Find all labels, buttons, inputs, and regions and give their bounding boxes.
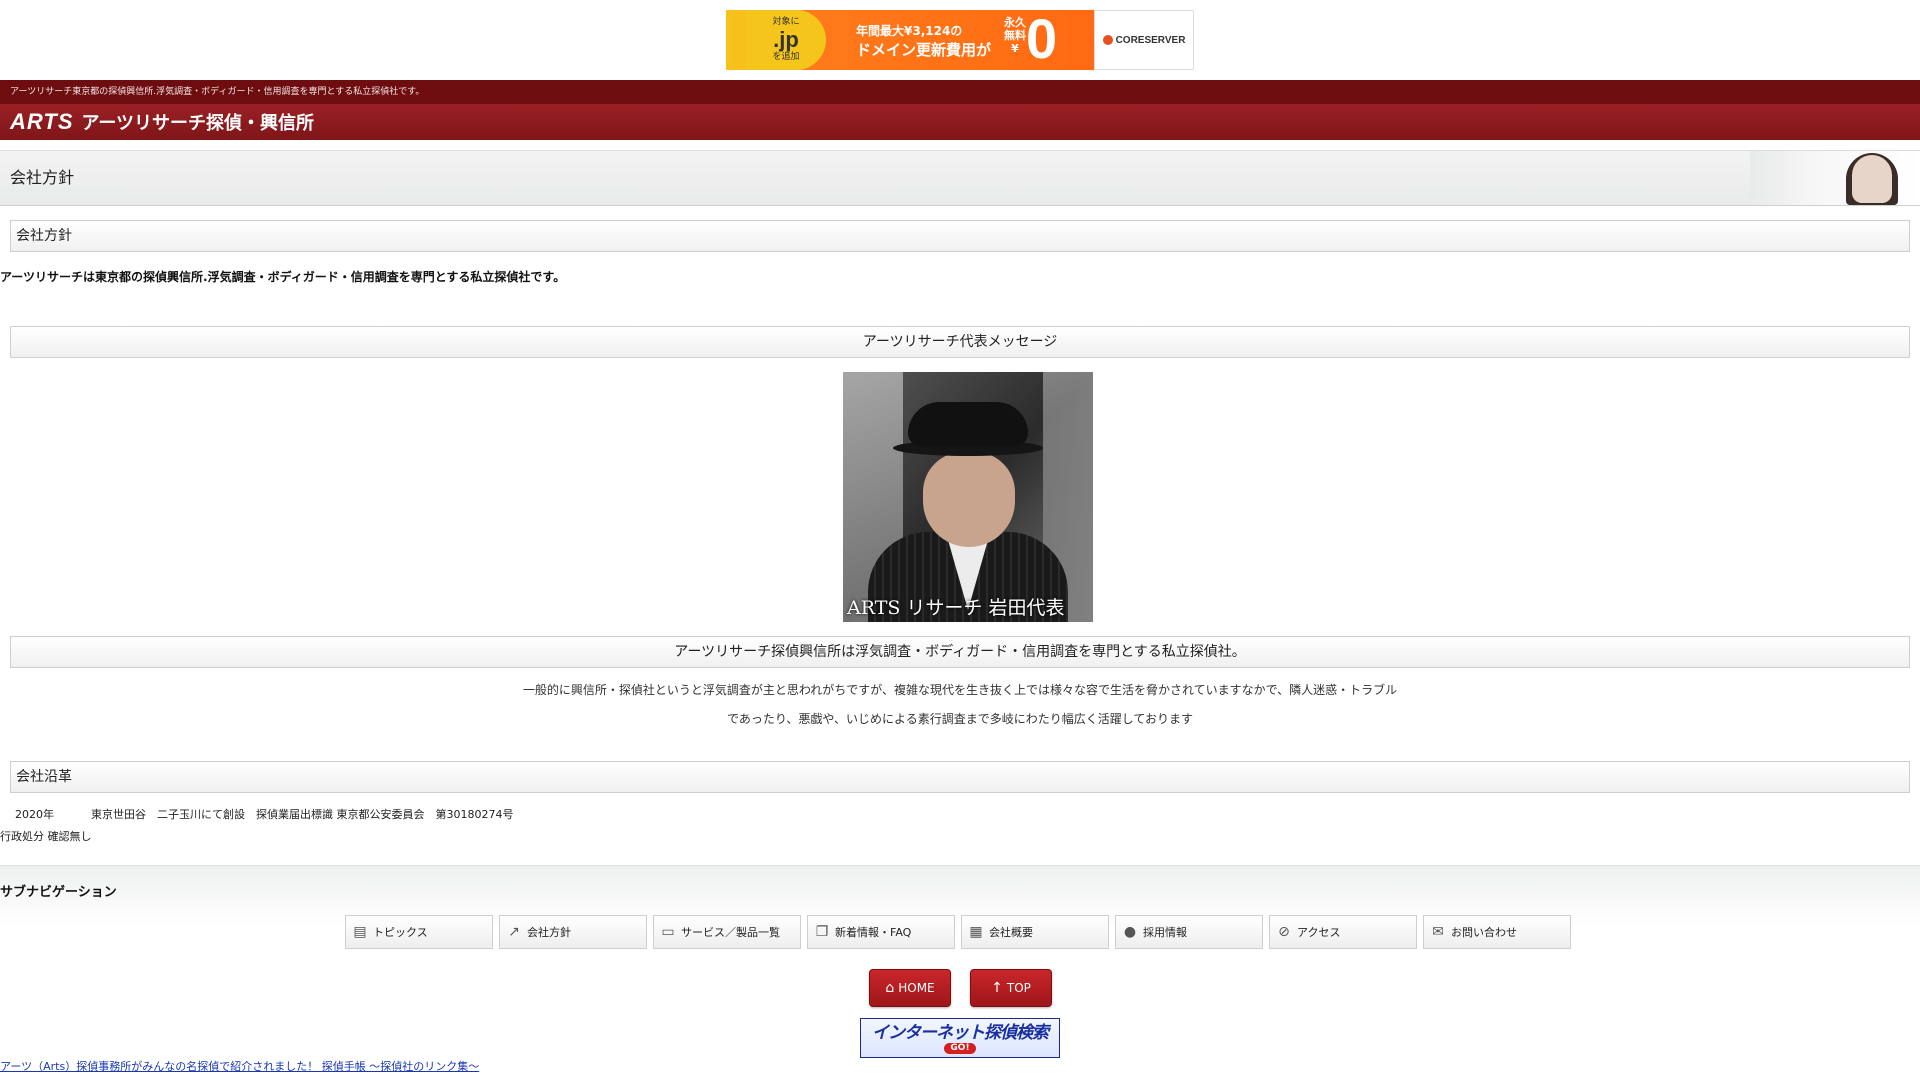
- subnav-item-label: 会社概要: [989, 926, 1033, 939]
- site-header: ARTS アーツリサーチ探偵・興信所: [0, 104, 1920, 140]
- footer-link[interactable]: アーツ（Arts）探偵事務所がみんなの名探偵で紹介されました！ 探偵手帳 ～探偵…: [0, 1058, 479, 1074]
- history-heading-text: 会社沿革: [16, 769, 72, 785]
- ad-jp-domain-text: .jp: [773, 27, 799, 52]
- portrait-face: [923, 452, 1015, 547]
- subnav-menu: ▤ トピックス ↗ 会社方針 ▭ サービス／製品一覧 ❐ 新着情報・FAQ ▦ …: [345, 915, 1571, 949]
- subnav-item-label: 新着情報・FAQ: [835, 926, 912, 939]
- ad-jp-bottom-text: を追加: [772, 52, 800, 62]
- ad-jp-badge: 対象に .jp を追加: [746, 10, 826, 70]
- site-logo[interactable]: ARTS アーツリサーチ探偵・興信所: [0, 109, 314, 135]
- monitor-icon: ▭: [661, 924, 675, 940]
- page-title: 会社方針: [10, 168, 75, 187]
- intro-paragraph-line1: 一般的に興信所・探偵社というと浮気調査が主と思われがちですが、複雑な現代を生き抜…: [522, 683, 1398, 697]
- ad-brand-text: CORESERVER: [1115, 34, 1186, 46]
- speech-icon: ▤: [353, 924, 367, 940]
- subnav-item-policy[interactable]: ↗ 会社方針: [499, 915, 647, 949]
- specialty-heading: アーツリサーチ探偵興信所は浮気調査・ボディガード・信用調査を専門とする私立探偵社…: [10, 636, 1910, 668]
- subnav-item-label: アクセス: [1297, 926, 1341, 939]
- photo-face: [1852, 155, 1892, 203]
- history-entry: 2020年 東京世田谷 二子玉川にて創設 探偵業届出標識 東京都公安委員会 第30…: [15, 806, 513, 822]
- ad-main-panel[interactable]: 対象に .jp を追加 年間最大¥3,124の ドメイン更新費用が 永久 無料 …: [726, 10, 1094, 70]
- subnav-item-news-faq[interactable]: ❐ 新着情報・FAQ: [807, 915, 955, 949]
- ad-free-label: 永久 無料 ¥: [1004, 16, 1026, 55]
- message-heading: アーツリサーチ代表メッセージ: [10, 326, 1910, 358]
- subnav-item-contact[interactable]: ✉ お問い合わせ: [1423, 915, 1571, 949]
- top-button[interactable]: ↑ TOP: [970, 969, 1052, 1007]
- ad-copy: 年間最大¥3,124の ドメイン更新費用が: [856, 22, 991, 60]
- ad-zero: 0: [1026, 10, 1058, 70]
- portrait-hat: [908, 402, 1028, 446]
- arrow-up-icon: ↑: [991, 980, 1003, 996]
- subnav-item-company[interactable]: ▦ 会社概要: [961, 915, 1109, 949]
- history-heading: 会社沿革: [10, 761, 1910, 793]
- subnav-title: サブナビゲーション: [0, 885, 117, 900]
- subnav-item-label: お問い合わせ: [1451, 926, 1517, 939]
- header-woman-photo: [1750, 151, 1920, 205]
- compass-icon: ⊘: [1278, 924, 1290, 940]
- subnav-item-access[interactable]: ⊘ アクセス: [1269, 915, 1417, 949]
- logo-en: ARTS: [10, 109, 74, 134]
- intro-paragraph-line2: であったり、悪戯や、いじめによる素行調査まで多岐にわたり幅広く活躍しております: [727, 712, 1193, 726]
- ad-line2: ドメイン更新費用が: [856, 41, 992, 59]
- window-icon: ❐: [815, 924, 829, 940]
- policy-heading-text: 会社方針: [16, 228, 72, 244]
- ad-brand[interactable]: CORESERVER: [1094, 10, 1194, 70]
- subnav-item-topics[interactable]: ▤ トピックス: [345, 915, 493, 949]
- top-button-label: TOP: [1006, 981, 1031, 995]
- page-title-band: 会社方針: [0, 150, 1920, 206]
- building-icon: ▦: [969, 924, 983, 940]
- subnav-item-label: サービス／製品一覧: [681, 926, 780, 939]
- policy-heading: 会社方針: [10, 220, 1910, 252]
- subnav-item-recruit[interactable]: ● 採用情報: [1115, 915, 1263, 949]
- admin-note: 行政処分 確認無し: [0, 830, 92, 843]
- ad-banner[interactable]: 対象に .jp を追加 年間最大¥3,124の ドメイン更新費用が 永久 無料 …: [726, 10, 1194, 70]
- message-heading-text: アーツリサーチ代表メッセージ: [862, 334, 1058, 350]
- coreserver-logo-icon: [1102, 35, 1113, 45]
- person-icon: ●: [1123, 924, 1137, 940]
- policy-text: アーツリサーチは東京都の探偵興信所.浮気調査・ボディガード・信用調査を専門とする…: [0, 270, 566, 284]
- subnav-item-label: 会社方針: [527, 926, 571, 939]
- logo-jp: アーツリサーチ探偵・興信所: [81, 113, 315, 134]
- specialty-heading-text: アーツリサーチ探偵興信所は浮気調査・ボディガード・信用調査を専門とする私立探偵社…: [674, 644, 1246, 660]
- search-banner-go: GO!: [944, 1042, 976, 1054]
- home-icon: ⌂: [885, 980, 895, 996]
- subnav-item-services[interactable]: ▭ サービス／製品一覧: [653, 915, 801, 949]
- chart-icon: ↗: [508, 924, 520, 940]
- subnav-item-label: トピックス: [373, 926, 428, 939]
- mail-icon: ✉: [1432, 924, 1444, 940]
- portrait-caption: ARTS リサーチ 岩田代表: [847, 597, 1065, 619]
- history-year: 2020年: [15, 808, 54, 821]
- internet-detective-search-banner[interactable]: インターネット探偵検索 GO!: [860, 1018, 1060, 1058]
- history-text: 東京世田谷 二子玉川にて創設 探偵業届出標識 東京都公安委員会 第3018027…: [91, 808, 514, 821]
- site-tagline-bar: アーツリサーチ東京都の探偵興信所.浮気調査・ボディガード・信用調査を専門とする私…: [0, 80, 1920, 104]
- home-button[interactable]: ⌂ HOME: [869, 969, 951, 1007]
- home-button-label: HOME: [898, 981, 935, 995]
- search-banner-text: インターネット探偵検索: [872, 1022, 1049, 1043]
- representative-portrait: ARTS リサーチ 岩田代表: [843, 372, 1093, 622]
- site-tagline: アーツリサーチ東京都の探偵興信所.浮気調査・ボディガード・信用調査を専門とする私…: [10, 87, 425, 97]
- ad-line1: 年間最大¥3,124の: [856, 24, 963, 38]
- subnav-item-label: 採用情報: [1143, 926, 1187, 939]
